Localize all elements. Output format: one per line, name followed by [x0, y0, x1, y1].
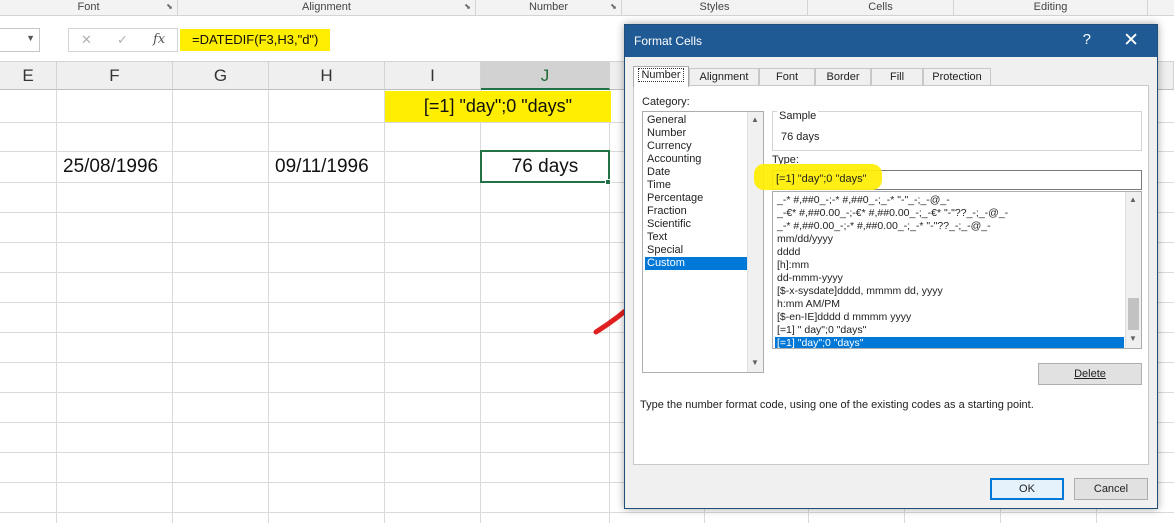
list-item[interactable]: Text: [645, 231, 747, 244]
ribbon-group-cells: Cells: [808, 0, 954, 16]
dialog-title: Format Cells: [634, 34, 703, 48]
category-label: Category:: [642, 96, 690, 108]
list-item[interactable]: dddd: [775, 246, 1124, 259]
grid-line: [172, 90, 173, 523]
list-item[interactable]: [=1] " day";0 "days": [775, 324, 1124, 337]
list-item[interactable]: [$-en-IE]dddd d mmmm yyyy: [775, 311, 1124, 324]
cell-h3[interactable]: 09/11/1996: [275, 153, 369, 181]
format-cells-dialog: Format Cells ? ✕ Number Alignment Font B…: [624, 24, 1158, 509]
column-header-h[interactable]: H: [269, 62, 385, 90]
list-item[interactable]: _-€* #,##0.00_-;-€* #,##0.00_-;_-€* "-"?…: [775, 207, 1124, 220]
sample-value: 76 days: [781, 131, 820, 143]
list-item[interactable]: [h]:mm: [775, 259, 1124, 272]
list-item[interactable]: [$-x-sysdate]dddd, mmmm dd, yyyy: [775, 285, 1124, 298]
column-header-f[interactable]: F: [57, 62, 173, 90]
list-item[interactable]: Date: [645, 166, 747, 179]
list-item[interactable]: Special: [645, 244, 747, 257]
list-item-selected[interactable]: [=1] "day";0 "days": [775, 337, 1124, 348]
tab-border[interactable]: Border: [815, 68, 871, 86]
format-scrollbar[interactable]: ▲ ▼: [1125, 192, 1141, 348]
list-item[interactable]: _-* #,##0.00_-;-* #,##0.00_-;_-* "-"??_-…: [775, 220, 1124, 233]
fill-handle[interactable]: [605, 179, 611, 185]
type-input-value[interactable]: [=1] "day";0 "days": [776, 173, 867, 185]
insert-function-icon[interactable]: fx: [153, 32, 165, 47]
ribbon-group-label: Font: [77, 1, 100, 13]
hint-text: Type the number format code, using one o…: [640, 399, 1034, 411]
ribbon-group-label: Styles: [699, 1, 730, 13]
tab-alignment[interactable]: Alignment: [689, 68, 759, 86]
tab-protection[interactable]: Protection: [923, 68, 991, 86]
chevron-down-icon[interactable]: ▼: [26, 33, 35, 43]
ribbon-group-number: Number ⬊: [476, 0, 622, 16]
scroll-up-icon[interactable]: ▲: [751, 115, 759, 124]
category-scrollbar[interactable]: ▲ ▼: [747, 112, 763, 372]
category-list[interactable]: General Number Currency Accounting Date …: [642, 111, 764, 373]
tab-fill[interactable]: Fill: [871, 68, 923, 86]
delete-button[interactable]: Delete: [1038, 363, 1142, 385]
list-item[interactable]: Currency: [645, 140, 747, 153]
ribbon-group-label: Editing: [1033, 1, 1068, 13]
cancel-button[interactable]: Cancel: [1074, 478, 1148, 500]
list-item[interactable]: h:mm AM/PM: [775, 298, 1124, 311]
scrollbar-thumb[interactable]: [1128, 298, 1139, 330]
column-header-i[interactable]: I: [385, 62, 481, 90]
scroll-down-icon[interactable]: ▼: [751, 358, 759, 367]
column-header-e[interactable]: E: [0, 62, 57, 90]
grid-line: [0, 512, 1174, 513]
formula-tools: ✕ ✓ fx: [68, 28, 178, 52]
ok-button[interactable]: OK: [990, 478, 1064, 500]
dialog-launcher-icon[interactable]: ⬊: [165, 3, 174, 12]
tab-font[interactable]: Font: [759, 68, 815, 86]
delete-label: Delete: [1074, 368, 1106, 380]
list-item[interactable]: Percentage: [645, 192, 747, 205]
list-item[interactable]: _-* #,##0_-;-* #,##0_-;_-* "-"_-;_-@_-: [775, 194, 1124, 207]
list-item[interactable]: mm/dd/yyyy: [775, 233, 1124, 246]
column-header-g[interactable]: G: [173, 62, 269, 90]
tab-label: Number: [638, 68, 684, 82]
grid-line: [56, 90, 57, 523]
scroll-down-icon[interactable]: ▼: [1129, 334, 1137, 343]
format-code-list[interactable]: _-* #,##0_-;-* #,##0_-;_-* "-"_-;_-@_- _…: [772, 191, 1142, 349]
column-header-j[interactable]: J: [481, 62, 610, 90]
list-item[interactable]: dd-mmm-yyyy: [775, 272, 1124, 285]
name-box[interactable]: ▼: [0, 28, 40, 52]
ribbon-group-font: Font ⬊: [0, 0, 178, 16]
dialog-title-bar[interactable]: Format Cells ? ✕: [625, 25, 1157, 57]
cell-j3-selected[interactable]: 76 days: [480, 150, 610, 183]
ribbon-group-label: Cells: [868, 1, 893, 13]
ribbon-group-label: Number: [528, 1, 569, 13]
ribbon-group-editing: Editing: [954, 0, 1148, 16]
list-item[interactable]: General: [645, 114, 747, 127]
enter-entry-icon[interactable]: ✓: [117, 32, 128, 48]
list-item[interactable]: Time: [645, 179, 747, 192]
list-item[interactable]: Fraction: [645, 205, 747, 218]
sample-group: Sample 76 days: [772, 110, 1142, 151]
grid-line: [268, 90, 269, 523]
help-icon[interactable]: ?: [1083, 31, 1091, 48]
formula-input[interactable]: =DATEDIF(F3,H3,"d"): [180, 29, 331, 51]
sample-label: Sample: [777, 110, 819, 122]
grid-line: [384, 90, 385, 523]
cell-f3[interactable]: 25/08/1996: [63, 153, 158, 181]
number-tab-panel: Category: General Number Currency Accoun…: [633, 85, 1149, 465]
ribbon-group-labels: Font ⬊ Alignment ⬊ Number ⬊ Styles Cells Ed…: [0, 0, 1174, 16]
close-icon[interactable]: ✕: [1123, 29, 1139, 52]
ribbon-group-label: Alignment: [302, 1, 351, 13]
cell-i1[interactable]: [=1] "day";0 "days": [385, 91, 611, 122]
list-item[interactable]: Number: [645, 127, 747, 140]
tab-number[interactable]: Number: [633, 66, 689, 87]
ribbon-group-alignment: Alignment ⬊: [178, 0, 476, 16]
list-item-selected[interactable]: Custom: [645, 257, 747, 270]
ribbon-group-styles: Styles: [622, 0, 808, 16]
dialog-launcher-icon[interactable]: ⬊: [609, 3, 618, 12]
scroll-up-icon[interactable]: ▲: [1129, 195, 1137, 204]
list-item[interactable]: Scientific: [645, 218, 747, 231]
dialog-launcher-icon[interactable]: ⬊: [463, 3, 472, 12]
cancel-entry-icon[interactable]: ✕: [81, 32, 92, 48]
list-item[interactable]: Accounting: [645, 153, 747, 166]
